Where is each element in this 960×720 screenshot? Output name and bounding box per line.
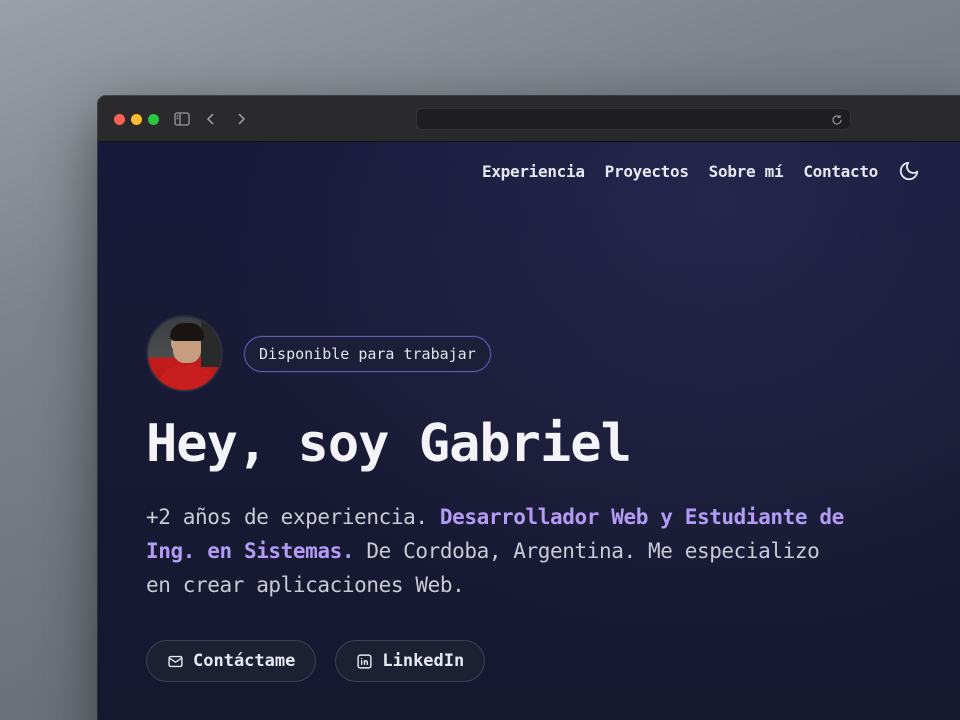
hero-title: Hey, soy Gabriel bbox=[146, 414, 632, 474]
browser-titlebar bbox=[98, 96, 960, 142]
linkedin-button[interactable]: LinkedIn bbox=[335, 640, 486, 682]
address-bar[interactable] bbox=[416, 108, 851, 130]
back-icon[interactable] bbox=[201, 109, 221, 129]
linkedin-icon bbox=[357, 653, 372, 669]
nav-item-experiencia[interactable]: Experiencia bbox=[482, 162, 585, 181]
main-nav: Experiencia Proyectos Sobre mí Contacto bbox=[482, 160, 920, 182]
contact-button-label: Contáctame bbox=[193, 651, 296, 671]
forward-icon[interactable] bbox=[231, 109, 251, 129]
portfolio-page: Experiencia Proyectos Sobre mí Contacto … bbox=[98, 142, 960, 720]
browser-window: Experiencia Proyectos Sobre mí Contacto … bbox=[98, 96, 960, 720]
nav-item-proyectos[interactable]: Proyectos bbox=[605, 162, 689, 181]
reload-icon[interactable] bbox=[830, 112, 844, 126]
minimize-window-button[interactable] bbox=[131, 114, 142, 125]
hero-buttons: Contáctame LinkedIn bbox=[146, 640, 846, 682]
desc-text-1: +2 años de experiencia. bbox=[146, 505, 440, 529]
nav-item-sobre-mi[interactable]: Sobre mí bbox=[709, 162, 784, 181]
maximize-window-button[interactable] bbox=[148, 114, 159, 125]
mail-icon bbox=[168, 655, 183, 667]
nav-item-contacto[interactable]: Contacto bbox=[803, 162, 878, 181]
hero-top-row: Disponible para trabajar bbox=[146, 315, 846, 392]
availability-badge: Disponible para trabajar bbox=[244, 335, 491, 372]
hero-section: Disponible para trabajar Hey, soy Gabrie… bbox=[146, 315, 846, 682]
hero-description: +2 años de experiencia. Desarrollador We… bbox=[146, 500, 846, 602]
moon-icon[interactable] bbox=[898, 160, 920, 182]
avatar bbox=[146, 315, 223, 392]
sidebar-toggle-icon[interactable] bbox=[172, 109, 192, 129]
linkedin-button-label: LinkedIn bbox=[382, 651, 465, 671]
close-window-button[interactable] bbox=[114, 114, 125, 125]
contact-button[interactable]: Contáctame bbox=[146, 640, 317, 682]
